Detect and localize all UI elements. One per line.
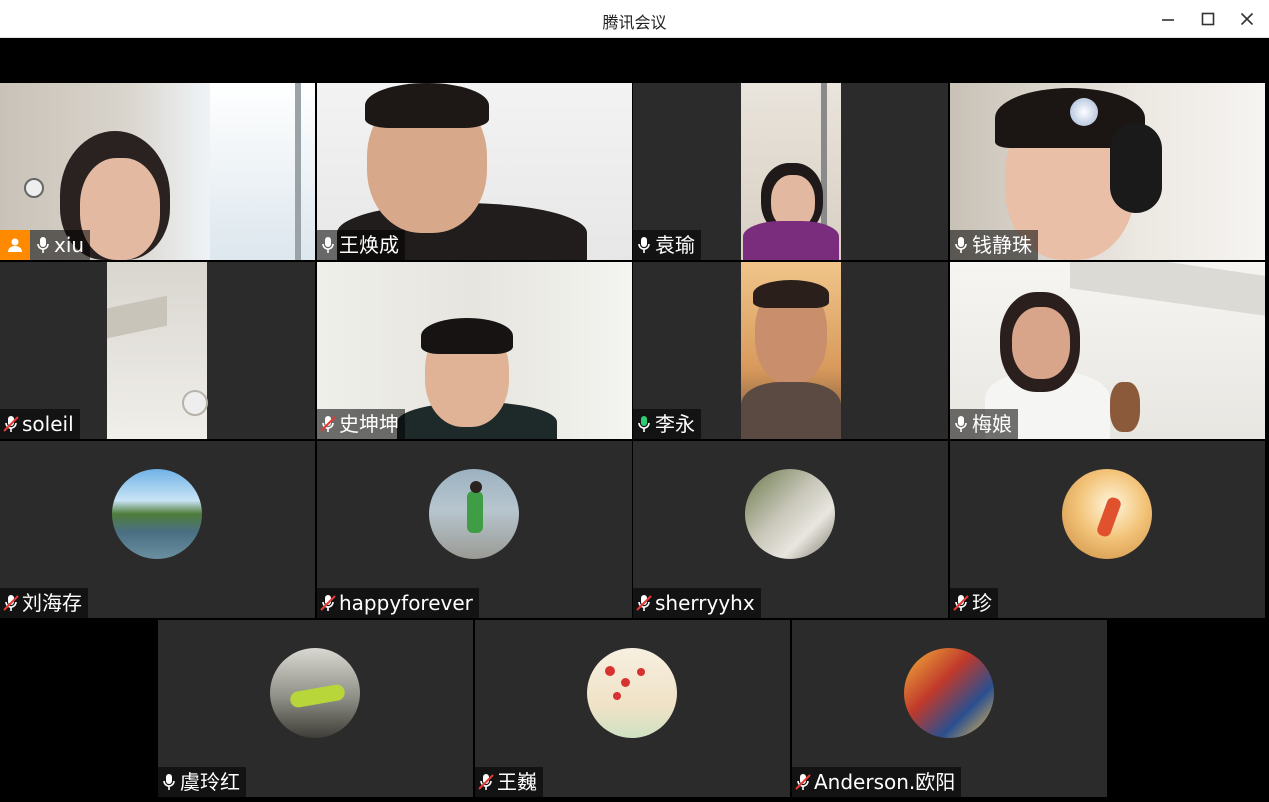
- maximize-icon: [1201, 12, 1215, 26]
- participant-tile[interactable]: 王巍: [475, 620, 790, 797]
- participant-name: sherryyhx: [655, 591, 755, 615]
- participant-tile[interactable]: soleil: [0, 262, 315, 439]
- muted-microphone-icon: [633, 588, 655, 618]
- participant-tile[interactable]: 袁瑜: [633, 83, 948, 260]
- participant-name: Anderson.欧阳: [814, 770, 956, 794]
- participant-tile[interactable]: 梅娘: [950, 262, 1265, 439]
- title-bar: 腾讯会议: [0, 0, 1269, 38]
- close-button[interactable]: [1230, 4, 1264, 34]
- participant-tile[interactable]: 刘海存: [0, 441, 315, 618]
- participant-tile[interactable]: Anderson.欧阳: [792, 620, 1107, 797]
- participant-name: xiu: [54, 233, 85, 257]
- river-landscape-avatar: [112, 469, 202, 559]
- microphone-icon: [317, 230, 339, 260]
- participant-name: 钱静珠: [972, 233, 1032, 257]
- name-tag: 钱静珠: [950, 230, 1038, 260]
- woman-lounging-avatar: [270, 648, 360, 738]
- plum-blossom-avatar: [587, 648, 677, 738]
- name-tag: 珍: [950, 588, 998, 618]
- muted-microphone-icon: [792, 767, 814, 797]
- microphone-icon: [32, 230, 54, 260]
- minimize-button[interactable]: [1151, 4, 1185, 34]
- name-tag: 李永: [633, 409, 701, 439]
- microphone-icon: [950, 409, 972, 439]
- name-tag: sherryyhx: [633, 588, 761, 618]
- name-tag: 袁瑜: [633, 230, 701, 260]
- participant-name: 王巍: [497, 770, 537, 794]
- participant-name: 虞玲红: [180, 770, 240, 794]
- participant-name: 李永: [655, 412, 695, 436]
- speaking-microphone-icon: [633, 409, 655, 439]
- name-tag: soleil: [0, 409, 80, 439]
- participant-tile-active-speaker[interactable]: 李永: [633, 262, 948, 439]
- participant-name: happyforever: [339, 591, 473, 615]
- close-icon: [1240, 12, 1254, 26]
- participant-tile[interactable]: xiu: [0, 83, 315, 260]
- name-tag: xiu: [0, 230, 91, 260]
- participant-name: 刘海存: [22, 591, 82, 615]
- child-walking-avatar: [429, 469, 519, 559]
- muted-microphone-icon: [0, 409, 22, 439]
- muted-microphone-icon: [317, 588, 339, 618]
- name-tag: 刘海存: [0, 588, 88, 618]
- name-tag: 史坤坤: [317, 409, 405, 439]
- host-badge: [0, 230, 30, 260]
- running-sunset-avatar: [1062, 469, 1152, 559]
- participant-name: 王焕成: [339, 233, 399, 257]
- participant-name: soleil: [22, 412, 74, 436]
- participant-name: 史坤坤: [339, 412, 399, 436]
- participant-name: 袁瑜: [655, 233, 695, 257]
- muted-microphone-icon: [317, 409, 339, 439]
- muted-microphone-icon: [475, 767, 497, 797]
- name-tag: 王巍: [475, 767, 543, 797]
- participant-tile[interactable]: happyforever: [317, 441, 632, 618]
- user-icon: [8, 238, 22, 252]
- muted-microphone-icon: [950, 588, 972, 618]
- video-gallery: xiu 王焕成 袁瑜 钱静珠 soleil 史坤坤 李永 梅娘 刘海存 happ…: [0, 38, 1269, 802]
- participant-tile[interactable]: 钱静珠: [950, 83, 1265, 260]
- flowers-avatar: [745, 469, 835, 559]
- participant-tile[interactable]: 王焕成: [317, 83, 632, 260]
- participant-tile[interactable]: 虞玲红: [158, 620, 473, 797]
- muted-microphone-icon: [0, 588, 22, 618]
- microphone-icon: [158, 767, 180, 797]
- window-title: 腾讯会议: [602, 13, 667, 32]
- minimize-icon: [1162, 19, 1174, 21]
- name-tag: 王焕成: [317, 230, 405, 260]
- microphone-icon: [950, 230, 972, 260]
- participant-name: 梅娘: [972, 412, 1012, 436]
- name-tag: happyforever: [317, 588, 479, 618]
- maximize-button[interactable]: [1191, 4, 1225, 34]
- participant-tile[interactable]: sherryyhx: [633, 441, 948, 618]
- participant-name: 珍: [972, 591, 992, 615]
- participant-tile[interactable]: 史坤坤: [317, 262, 632, 439]
- name-tag: 虞玲红: [158, 767, 246, 797]
- name-tag: Anderson.欧阳: [792, 767, 962, 797]
- name-tag: 梅娘: [950, 409, 1018, 439]
- participant-tile[interactable]: 珍: [950, 441, 1265, 618]
- superhero-avatar: [904, 648, 994, 738]
- microphone-icon: [633, 230, 655, 260]
